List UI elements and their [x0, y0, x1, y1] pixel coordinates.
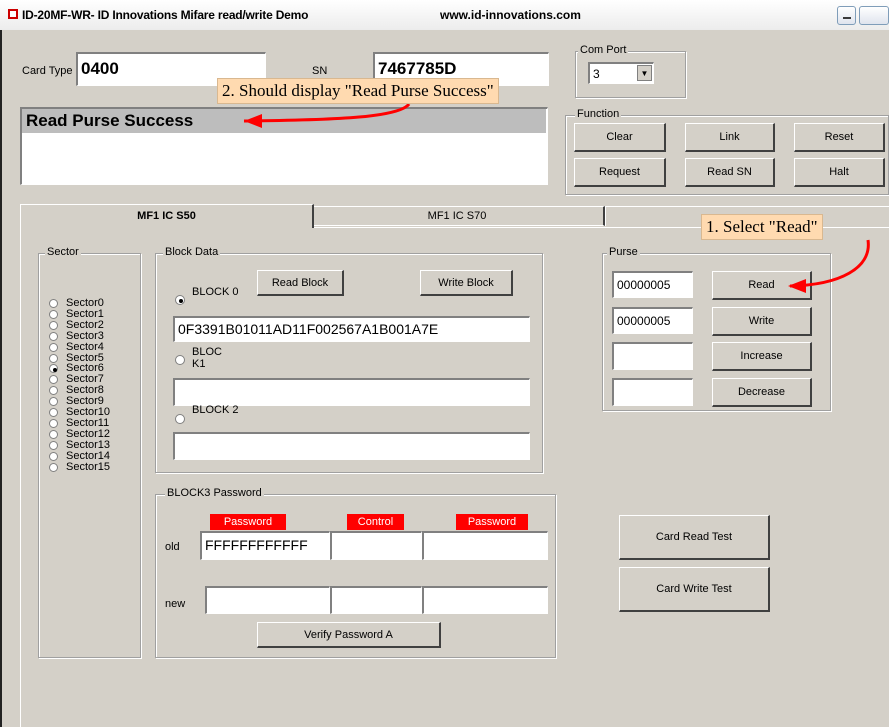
block2-radio[interactable]: [175, 414, 185, 424]
block1-radio[interactable]: [175, 355, 185, 365]
purse-write-button[interactable]: Write: [712, 307, 812, 336]
new-label: new: [165, 598, 186, 610]
maximize-button[interactable]: [859, 6, 889, 25]
annotation-step1: 1. Select "Read": [701, 214, 823, 240]
sector-radio[interactable]: [49, 310, 58, 319]
sector-radio[interactable]: [49, 343, 58, 352]
com-port-select[interactable]: 3 ▼: [588, 62, 654, 84]
sector-radio[interactable]: [49, 375, 58, 384]
control-header: Control: [347, 514, 404, 530]
annotation-step2: 2. Should display "Read Purse Success": [217, 78, 499, 104]
sn-label: SN: [312, 65, 328, 77]
minimize-button[interactable]: [837, 6, 856, 25]
block0-radio[interactable]: [175, 295, 185, 305]
card-write-test-button[interactable]: Card Write Test: [619, 567, 770, 612]
sector-radio[interactable]: [49, 419, 58, 428]
block3-password-legend: BLOCK3 Password: [165, 487, 264, 499]
sector-radio[interactable]: [49, 452, 58, 461]
purse-legend: Purse: [607, 246, 640, 258]
block2-field[interactable]: [173, 432, 530, 460]
block0-label: BLOCK 0: [192, 286, 239, 298]
sector-radio[interactable]: [49, 321, 58, 330]
card-type-label: Card Type: [22, 65, 73, 77]
sector-radio[interactable]: [49, 441, 58, 450]
sector-legend: Sector: [45, 246, 81, 258]
app-icon: [8, 9, 18, 19]
sector-radio[interactable]: [49, 408, 58, 417]
purse-increase-button[interactable]: Increase: [712, 342, 812, 371]
block-data-legend: Block Data: [163, 246, 221, 258]
old-password-a-field[interactable]: FFFFFFFFFFFF: [200, 531, 330, 560]
sector-radio[interactable]: [49, 364, 58, 373]
sector-radio[interactable]: [49, 397, 58, 406]
status-message: Read Purse Success: [26, 111, 194, 130]
window-title: ID-20MF-WR- ID Innovations Mifare read/w…: [22, 8, 309, 22]
clear-button[interactable]: Clear: [574, 123, 666, 152]
sector-radio[interactable]: [49, 332, 58, 341]
status-box: Read Purse Success: [20, 107, 548, 185]
card-read-test-button[interactable]: Card Read Test: [619, 515, 770, 560]
purse-field-4[interactable]: [612, 378, 693, 406]
minimize-icon: [843, 17, 851, 19]
purse-field-1[interactable]: 00000005: [612, 271, 693, 298]
sector-radio[interactable]: [49, 354, 58, 363]
purse-field-2[interactable]: 00000005: [612, 307, 693, 334]
old-control-field[interactable]: [330, 531, 422, 560]
password-b-header: Password: [456, 514, 528, 530]
sector-item-label: Sector15: [66, 461, 111, 473]
block2-label: BLOCK 2: [192, 404, 239, 416]
com-port-legend: Com Port: [578, 44, 629, 56]
com-port-value: 3: [593, 67, 600, 81]
request-button[interactable]: Request: [574, 158, 666, 187]
halt-button[interactable]: Halt: [794, 158, 885, 187]
purse-decrease-button[interactable]: Decrease: [712, 378, 812, 407]
block1-label: BLOC K1: [192, 346, 222, 370]
new-password-b-field[interactable]: [422, 586, 548, 614]
block0-field[interactable]: 0F3391B01011AD11F002567A1B001A7E: [173, 316, 530, 342]
new-password-a-field[interactable]: [205, 586, 330, 614]
read-block-button[interactable]: Read Block: [257, 270, 344, 296]
new-control-field[interactable]: [330, 586, 422, 614]
chevron-down-icon[interactable]: ▼: [637, 65, 652, 81]
function-legend: Function: [575, 108, 622, 120]
verify-password-button[interactable]: Verify Password A: [257, 622, 441, 648]
purse-field-3[interactable]: [612, 342, 693, 370]
purse-read-button[interactable]: Read: [712, 271, 812, 300]
read-sn-button[interactable]: Read SN: [685, 158, 775, 187]
write-block-button[interactable]: Write Block: [420, 270, 513, 296]
password-a-header: Password: [210, 514, 286, 530]
title-bar: ID-20MF-WR- ID Innovations Mifare read/w…: [0, 0, 889, 30]
reset-button[interactable]: Reset: [794, 123, 885, 152]
block1-field[interactable]: [173, 378, 530, 406]
old-password-b-field[interactable]: [422, 531, 548, 560]
tab-mf1-ic-s70[interactable]: MF1 IC S70: [310, 206, 605, 226]
tab-mf1-ic-s50[interactable]: MF1 IC S50: [20, 204, 314, 228]
sector-radio[interactable]: [49, 386, 58, 395]
sector-radio[interactable]: [49, 430, 58, 439]
sector-radio[interactable]: [49, 463, 58, 472]
sector-radio[interactable]: [49, 299, 58, 308]
old-label: old: [165, 541, 180, 553]
window-url: www.id-innovations.com: [440, 8, 581, 22]
link-button[interactable]: Link: [685, 123, 775, 152]
